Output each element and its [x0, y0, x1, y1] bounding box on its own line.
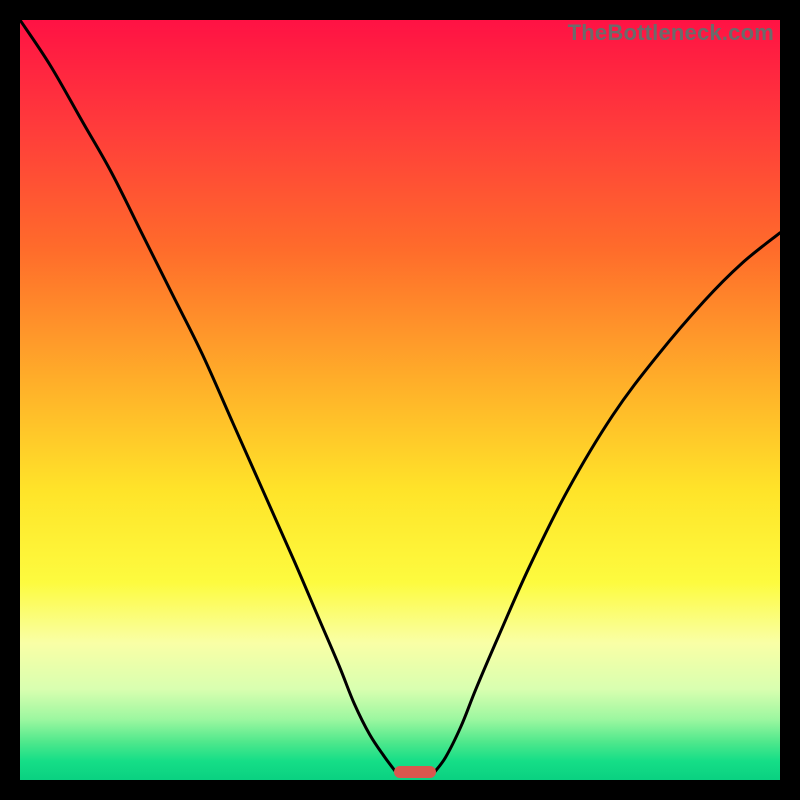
- optimal-marker: [394, 766, 437, 778]
- watermark-text: TheBottleneck.com: [568, 20, 774, 46]
- curve-layer: [20, 20, 780, 780]
- plot-area: TheBottleneck.com: [20, 20, 780, 780]
- bottleneck-curve-right-curve: [434, 233, 780, 773]
- bottleneck-curve-left-curve: [20, 20, 396, 772]
- outer-frame: TheBottleneck.com: [0, 0, 800, 800]
